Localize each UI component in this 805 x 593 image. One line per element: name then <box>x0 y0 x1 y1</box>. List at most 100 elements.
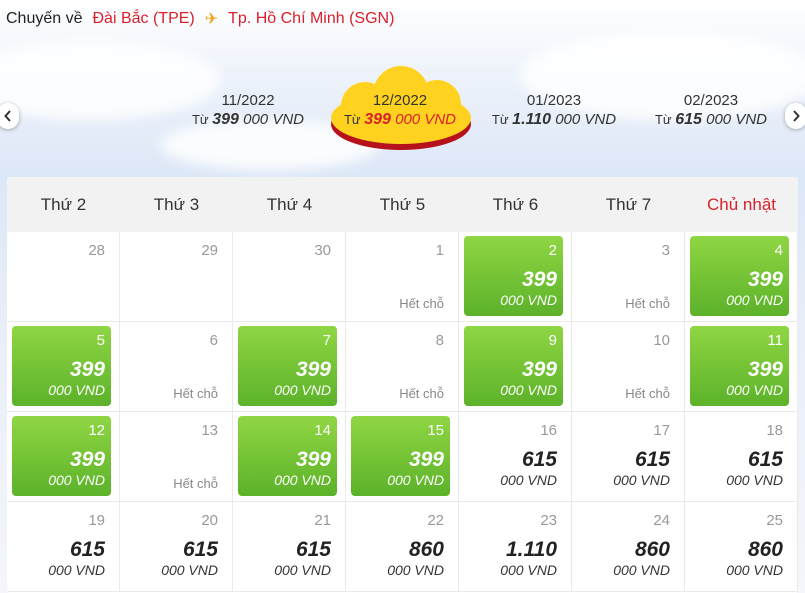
cheapest-fare-box: 12 399 000 VND <box>12 416 111 496</box>
fare-unit: 000 VND <box>48 562 105 578</box>
fare-box: 19 615 000 VND <box>12 506 111 586</box>
sold-out-label: Hết chỗ <box>625 386 670 401</box>
month-price-from: Từ <box>191 112 213 127</box>
month-price-unit: 000 VND <box>390 111 456 128</box>
fare-box: 28 <box>12 236 111 316</box>
fare-box: 3 Hết chỗ <box>577 236 676 316</box>
weekday-header: Thứ 2 Thứ 3 Thứ 4 Thứ 5 Thứ 6 Thứ 7 Chủ nhật <box>7 177 798 232</box>
day-number: 13 <box>201 422 218 439</box>
day-number: 19 <box>88 512 105 529</box>
day-cell[interactable]: 12 399 000 VND <box>7 412 120 502</box>
day-number: 2 <box>548 242 557 259</box>
day-cell[interactable]: 5 399 000 VND <box>7 322 120 412</box>
month-tab[interactable]: 01/2023 Từ 1.110 000 VND <box>469 92 639 130</box>
month-price-value: 399 <box>212 111 239 128</box>
weekday-label: Chủ nhật <box>707 194 776 214</box>
fare-price: 399 <box>408 448 444 471</box>
day-cell[interactable]: 10 Hết chỗ <box>572 322 685 412</box>
route-header: Chuyến về Đài Bắc (TPE) ✈ Tp. Hồ Chí Min… <box>6 8 394 30</box>
day-cell[interactable]: 4 399 000 VND <box>685 232 798 322</box>
day-number: 8 <box>435 332 444 349</box>
fare-price: 399 <box>295 448 331 471</box>
day-number: 7 <box>322 332 331 349</box>
day-cell[interactable]: 8 Hết chỗ <box>346 322 459 412</box>
month-tab[interactable]: 02/2023 Từ 615 000 VND <box>626 92 796 130</box>
fare-box: 29 <box>125 236 224 316</box>
day-cell[interactable]: 20 615 000 VND <box>120 502 233 592</box>
day-number: 12 <box>88 422 105 439</box>
fare-box: 25 860 000 VND <box>690 506 789 586</box>
fare-price: 615 <box>182 538 218 561</box>
fare-price: 1.110 <box>506 538 557 561</box>
fare-box: 8 Hết chỗ <box>351 326 450 406</box>
day-cell[interactable]: 21 615 000 VND <box>233 502 346 592</box>
fare-box: 18 615 000 VND <box>690 416 789 496</box>
day-cell[interactable]: 3 Hết chỗ <box>572 232 685 322</box>
fare-price: 615 <box>295 538 331 561</box>
month-tab[interactable]: 11/2022 Từ 399 000 VND <box>163 92 333 130</box>
day-number: 1 <box>435 242 444 259</box>
day-cell[interactable]: 16 615 000 VND <box>459 412 572 502</box>
day-number: 28 <box>88 242 105 259</box>
day-cell[interactable]: 17 615 000 VND <box>572 412 685 502</box>
day-cell[interactable]: 6 Hết chỗ <box>120 322 233 412</box>
fare-unit: 000 VND <box>613 562 670 578</box>
day-cell[interactable]: 13 Hết chỗ <box>120 412 233 502</box>
month-price-from: Từ <box>343 112 365 127</box>
month-price-unit: 000 VND <box>701 111 767 128</box>
weekday-label: Thứ 7 <box>605 194 652 214</box>
day-number: 4 <box>774 242 783 259</box>
day-cell[interactable]: 11 399 000 VND <box>685 322 798 412</box>
fare-price: 399 <box>747 268 783 291</box>
day-cell[interactable]: 15 399 000 VND <box>346 412 459 502</box>
fare-unit: 000 VND <box>613 472 670 488</box>
day-cell[interactable]: 19 615 000 VND <box>7 502 120 592</box>
sold-out-label: Hết chỗ <box>625 296 670 311</box>
day-cell[interactable]: 25 860 000 VND <box>685 502 798 592</box>
fare-price: 615 <box>747 448 783 471</box>
fare-unit: 000 VND <box>274 472 331 488</box>
day-cell[interactable]: 18 615 000 VND <box>685 412 798 502</box>
weekday-label: Thứ 2 <box>40 194 87 214</box>
day-number: 21 <box>314 512 331 529</box>
fare-box: 23 1.110 000 VND <box>464 506 563 586</box>
fare-price: 860 <box>634 538 670 561</box>
fare-price: 399 <box>521 358 557 381</box>
route-origin: Đài Bắc (TPE) <box>92 10 195 27</box>
fare-unit: 000 VND <box>500 292 557 308</box>
day-cell[interactable]: 22 860 000 VND <box>346 502 459 592</box>
day-cell[interactable]: 7 399 000 VND <box>233 322 346 412</box>
fare-unit: 000 VND <box>274 562 331 578</box>
sold-out-label: Hết chỗ <box>173 476 218 491</box>
day-cell[interactable]: 14 399 000 VND <box>233 412 346 502</box>
day-number: 29 <box>201 242 218 259</box>
prev-month-button[interactable] <box>0 103 19 129</box>
day-number: 5 <box>96 332 105 349</box>
month-price-value: 615 <box>675 111 702 128</box>
weekday-label: Thứ 6 <box>492 194 539 214</box>
day-number: 23 <box>540 512 557 529</box>
month-price-from: Từ <box>654 112 676 127</box>
fare-unit: 000 VND <box>726 562 783 578</box>
fare-box: 24 860 000 VND <box>577 506 676 586</box>
month-price: Từ 399 000 VND <box>315 110 485 130</box>
fare-price: 399 <box>747 358 783 381</box>
sold-out-label: Hết chỗ <box>399 386 444 401</box>
fare-unit: 000 VND <box>500 382 557 398</box>
route-label: Chuyến về <box>6 10 83 27</box>
fare-box: 17 615 000 VND <box>577 416 676 496</box>
fare-price: 399 <box>521 268 557 291</box>
fare-price: 615 <box>634 448 670 471</box>
month-tab[interactable]: 12/2022 Từ 399 000 VND <box>315 92 485 130</box>
chevron-left-icon <box>4 110 11 122</box>
day-cell[interactable]: 24 860 000 VND <box>572 502 685 592</box>
fare-box: 16 615 000 VND <box>464 416 563 496</box>
day-cell[interactable]: 2 399 000 VND <box>459 232 572 322</box>
cheapest-fare-box: 9 399 000 VND <box>464 326 563 406</box>
day-number: 25 <box>766 512 783 529</box>
day-cell[interactable]: 1 Hết chỗ <box>346 232 459 322</box>
day-cell: 28 <box>7 232 120 322</box>
day-cell[interactable]: 9 399 000 VND <box>459 322 572 412</box>
day-number: 24 <box>653 512 670 529</box>
day-cell[interactable]: 23 1.110 000 VND <box>459 502 572 592</box>
